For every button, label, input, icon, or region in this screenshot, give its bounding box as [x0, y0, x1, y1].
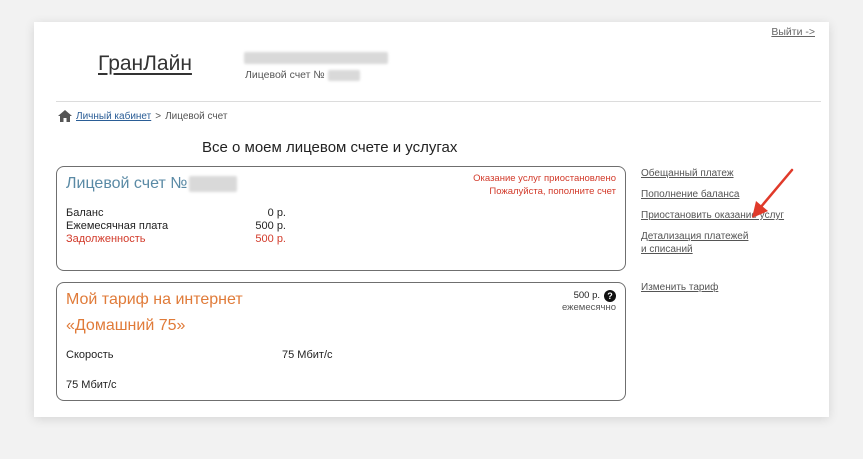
logout-link[interactable]: Выйти -> — [771, 26, 815, 38]
payment-details-link[interactable]: Детализация платежей и списаний — [641, 230, 784, 256]
question-circle-icon[interactable]: ? — [604, 290, 616, 302]
tariff-heading: Мой тариф на интернет — [66, 291, 243, 308]
breadcrumb-home-link[interactable]: Личный кабинет — [76, 111, 151, 122]
suspension-notice-line1: Оказание услуг приостановлено — [473, 173, 616, 184]
header-divider — [56, 101, 821, 102]
debt-value: 500 р. — [255, 233, 286, 245]
tariff-name: «Домашний 75» — [66, 317, 186, 334]
change-tariff-link[interactable]: Изменить тариф — [641, 282, 718, 293]
speed-label: Скорость — [66, 349, 114, 361]
speed-extra: 75 Мбит/с — [66, 379, 117, 391]
payment-details-line2: и списаний — [641, 244, 693, 255]
payment-details-line1: Детализация платежей — [641, 231, 749, 242]
page-title: Все о моем лицевом счете и услугах — [202, 139, 458, 156]
finance-table: Баланс 0 р. Ежемесячная плата 500 р. Зад… — [66, 207, 286, 246]
breadcrumb-separator: > — [155, 110, 162, 122]
monthly-fee-row: Ежемесячная плата 500 р. — [66, 220, 286, 233]
debt-row: Задолженность 500 р. — [66, 233, 286, 246]
speed-row: Скорость 75 Мбит/с — [66, 349, 333, 361]
balance-value: 0 р. — [267, 207, 286, 219]
user-name-redacted — [244, 52, 388, 64]
speed-value: 75 Мбит/с — [282, 349, 333, 361]
balance-label: Баланс — [66, 207, 104, 219]
tariff-price: 500 р. ? ежемесячно — [562, 290, 616, 314]
account-box: Лицевой счет № Оказание услуг приостанов… — [56, 166, 626, 271]
monthly-fee-label: Ежемесячная плата — [66, 220, 169, 232]
breadcrumb-current: Лицевой счет — [165, 110, 228, 122]
logo[interactable]: ГранЛайн — [98, 52, 192, 76]
balance-row: Баланс 0 р. — [66, 207, 286, 220]
account-number-redacted — [327, 69, 360, 81]
account-box-title-label: Лицевой счет № — [66, 175, 188, 192]
suspension-notice-line2: Пожалуйста, пополните счет — [489, 186, 616, 197]
breadcrumb: Личный кабинет > Лицевой счет — [58, 110, 227, 122]
tariff-price-period: ежемесячно — [561, 302, 616, 313]
tariff-price-value: 500 р. — [573, 290, 600, 301]
debt-label: Задолженность — [66, 233, 146, 245]
account-box-title: Лицевой счет № — [66, 175, 238, 193]
account-number-label: Лицевой счет № — [245, 69, 325, 81]
suspension-notice: Оказание услуг приостановлено Пожалуйста… — [473, 172, 616, 198]
tariff-box: Мой тариф на интернет «Домашний 75» 500 … — [56, 282, 626, 401]
account-number-line: Лицевой счет № — [245, 69, 360, 81]
main-card: Выйти -> ГранЛайн Лицевой счет № Личный … — [34, 22, 829, 417]
monthly-fee-value: 500 р. — [255, 220, 286, 232]
tariff-price-line: 500 р. ? — [562, 290, 616, 302]
red-arrow-icon — [752, 168, 794, 218]
home-icon[interactable] — [58, 110, 72, 122]
account-box-number-redacted — [189, 176, 238, 192]
